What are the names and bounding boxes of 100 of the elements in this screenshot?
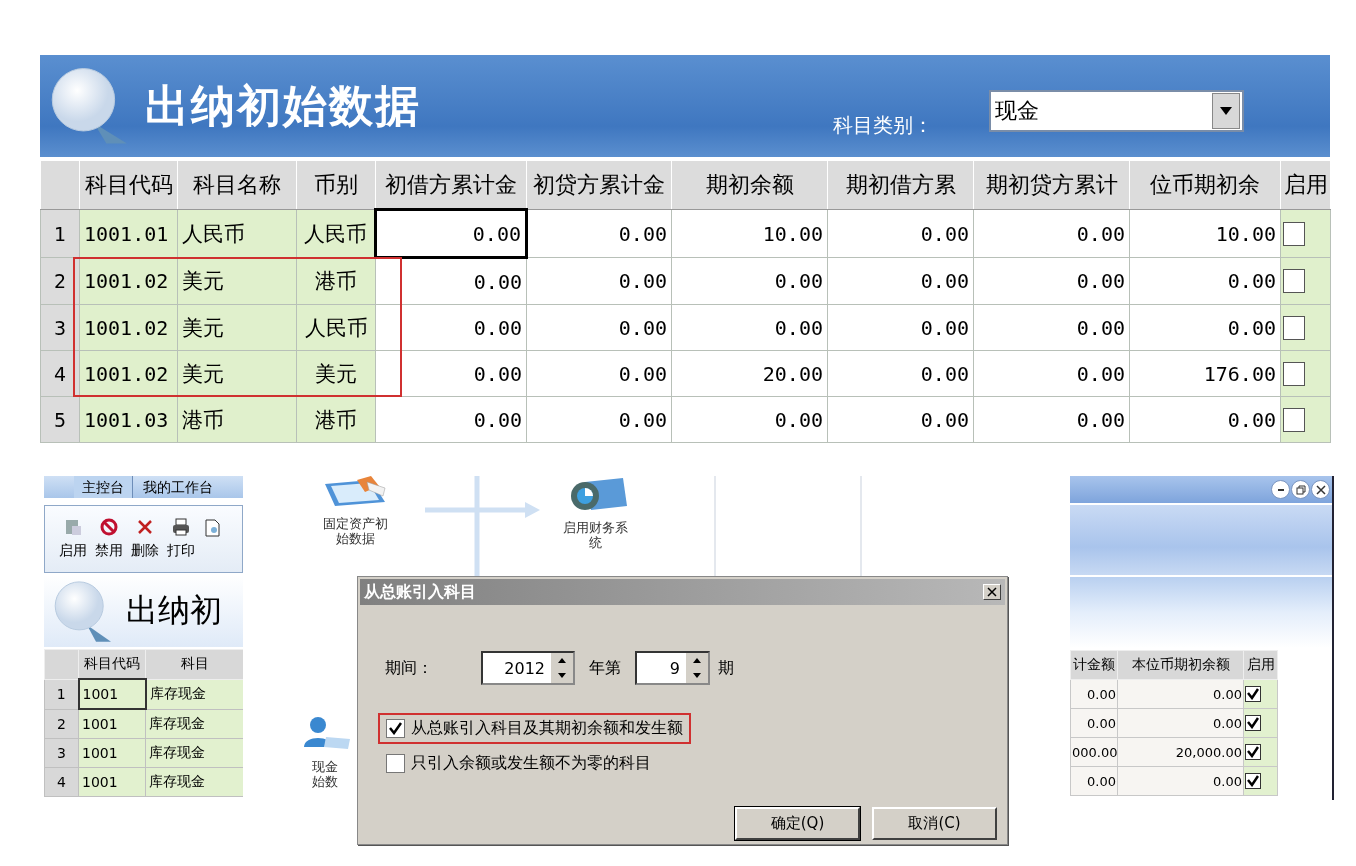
- toolbar-button[interactable]: 启用: [57, 518, 89, 560]
- table-cell: 1001: [78, 767, 146, 797]
- table-cell: 0.00: [827, 304, 974, 351]
- toolbar-button[interactable]: 禁用: [93, 518, 125, 560]
- table-cell: 0.00: [1129, 396, 1281, 443]
- enable-checkbox[interactable]: [1245, 744, 1261, 760]
- document-icon: [203, 518, 221, 537]
- close-icon: [987, 587, 997, 597]
- column-header[interactable]: 期初贷方累计: [973, 160, 1130, 210]
- enable-checkbox[interactable]: [1245, 686, 1261, 702]
- restore-button[interactable]: [1291, 480, 1310, 499]
- enable-checkbox[interactable]: [1283, 407, 1305, 432]
- checkbox-label[interactable]: 从总账引入科目及其期初余额和发生额: [411, 718, 683, 739]
- close-button[interactable]: [1311, 480, 1330, 499]
- table-cell: 1001.01: [79, 209, 178, 258]
- column-header[interactable]: 科目: [145, 649, 243, 679]
- restore-icon: [1295, 484, 1306, 495]
- column-header[interactable]: 科目代码: [78, 649, 146, 679]
- row-number: 4: [44, 767, 79, 797]
- table-cell: 0.00: [973, 209, 1130, 258]
- table-cell: 美元: [177, 257, 297, 305]
- category-dropdown[interactable]: 现金: [989, 90, 1244, 132]
- column-header[interactable]: 计金额: [1070, 650, 1118, 680]
- table-cell: 美元: [177, 350, 297, 397]
- column-header[interactable]: 本位币期初余额: [1117, 650, 1244, 680]
- column-header[interactable]: 期初借方累: [827, 160, 974, 210]
- row-number: 1: [44, 679, 79, 709]
- table-cell: 0.00: [671, 257, 828, 305]
- table-cell: 10.00: [1129, 209, 1281, 258]
- checkbox[interactable]: [386, 719, 405, 738]
- row-number: 1: [40, 209, 80, 258]
- table-cell: 人民币: [296, 209, 376, 258]
- table-cell: 美元: [177, 304, 297, 351]
- column-header[interactable]: 初借方累计金: [375, 160, 527, 210]
- row-number: 5: [40, 396, 80, 443]
- cancel-button[interactable]: 取消(C): [872, 807, 997, 840]
- panel-title: 出纳初始数据: [145, 78, 421, 133]
- table-cell: 0.00: [1129, 257, 1281, 305]
- table-cell: 人民币: [296, 304, 376, 351]
- enable-checkbox[interactable]: [1245, 715, 1261, 731]
- table-cell: 0.00: [526, 304, 672, 351]
- year-suffix-label: 年第: [589, 657, 621, 679]
- shortcut-label[interactable]: 固定资产初始数据: [322, 516, 388, 546]
- checkbox[interactable]: [386, 754, 405, 773]
- ok-button[interactable]: 确定(Q): [735, 807, 860, 840]
- table-cell: 10.00: [671, 209, 828, 258]
- table-cell: 库存现金: [145, 767, 243, 797]
- toolbar-button[interactable]: 删除: [129, 518, 161, 560]
- shortcut-label[interactable]: 始数: [312, 774, 338, 789]
- toolbar-button[interactable]: 打印: [165, 518, 197, 560]
- enable-checkbox[interactable]: [1245, 773, 1261, 789]
- column-header[interactable]: 启用: [1243, 650, 1278, 680]
- row-number: 3: [40, 304, 80, 351]
- magnifier-icon: [54, 579, 114, 643]
- tab[interactable]: 主控台: [74, 476, 133, 498]
- table-cell: 0.00: [526, 350, 672, 397]
- corner-cell: [40, 160, 80, 210]
- minimize-button[interactable]: [1271, 480, 1290, 499]
- column-header[interactable]: 期初余额: [671, 160, 828, 210]
- period-suffix-label: 期: [718, 657, 734, 679]
- column-header[interactable]: 初贷方累计金: [526, 160, 672, 210]
- table-cell: 0.00: [827, 396, 974, 443]
- table-cell: 港币: [177, 396, 297, 443]
- enable-checkbox[interactable]: [1283, 269, 1305, 293]
- table-cell: 0.00: [827, 257, 974, 305]
- table-cell: 0.00: [526, 396, 672, 443]
- period-label: 期间：: [385, 657, 434, 679]
- table-cell: 0.00: [526, 257, 672, 305]
- caret-icon[interactable]: [1212, 93, 1240, 129]
- table-cell: 库存现金: [145, 709, 243, 739]
- year-spinner[interactable]: 2012: [481, 651, 575, 685]
- table-cell: 0.00: [1129, 304, 1281, 351]
- table-cell: 0.00: [526, 209, 672, 258]
- table-cell: 0.00: [973, 257, 1130, 305]
- column-header[interactable]: 科目名称: [177, 160, 297, 210]
- enable-checkbox[interactable]: [1283, 361, 1305, 386]
- shortcut-label[interactable]: 现金: [312, 759, 338, 774]
- enable-checkbox[interactable]: [1283, 315, 1305, 340]
- table-cell: 港币: [296, 257, 376, 305]
- filter-label: 科目类别：: [833, 112, 933, 139]
- column-header[interactable]: 科目代码: [79, 160, 178, 210]
- row-number: 2: [40, 257, 80, 305]
- shortcut-label[interactable]: 启用财务系统: [562, 520, 628, 550]
- column-header[interactable]: 位币期初余: [1129, 160, 1281, 210]
- table-cell: 0.00: [1117, 708, 1244, 738]
- tab[interactable]: 我的工作台: [135, 476, 221, 498]
- table-cell: 1001: [78, 709, 146, 739]
- table-cell: 库存现金: [145, 679, 243, 709]
- enable-checkbox[interactable]: [1283, 221, 1305, 246]
- column-header[interactable]: 币别: [296, 160, 376, 210]
- table-cell: 美元: [296, 350, 376, 397]
- column-header[interactable]: 启用: [1280, 160, 1331, 210]
- table-cell: 人民币: [177, 209, 297, 258]
- table-cell: 1001: [78, 679, 146, 709]
- table-cell: 0.00: [375, 304, 527, 351]
- table-cell: 0.00: [1117, 766, 1244, 796]
- panel-title: 出纳初: [126, 590, 222, 631]
- close-icon: [1315, 484, 1326, 495]
- checkbox-label[interactable]: 只引入余额或发生额不为零的科目: [411, 753, 651, 774]
- period-spinner[interactable]: 9: [635, 651, 710, 685]
